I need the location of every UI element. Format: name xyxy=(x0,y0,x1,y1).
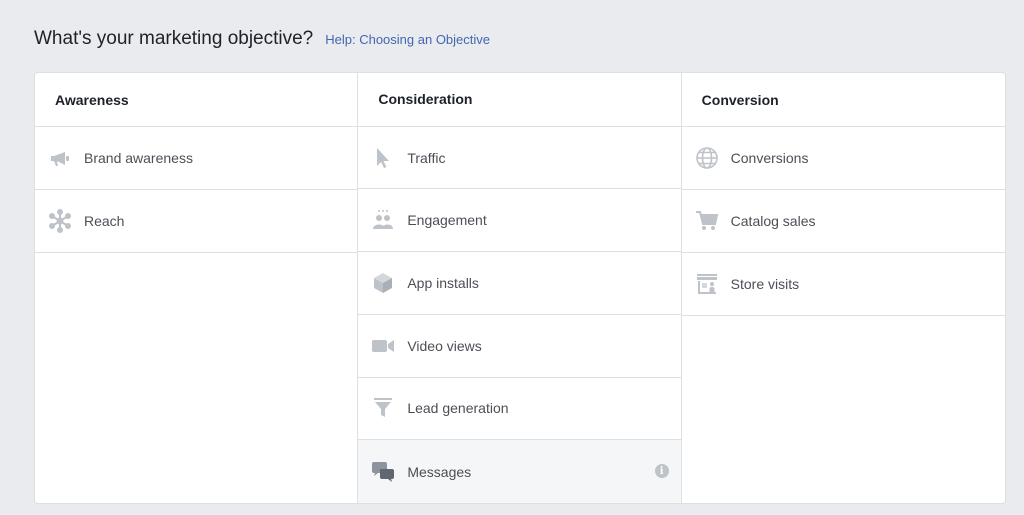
objective-panel: Awareness Brand awareness Reach Consider… xyxy=(34,72,1006,504)
option-label: App installs xyxy=(407,275,479,291)
box-icon xyxy=(370,270,396,296)
people-icon xyxy=(370,207,396,233)
cart-icon xyxy=(694,208,720,234)
option-catalog-sales[interactable]: Catalog sales xyxy=(681,190,1005,253)
page-title: What's your marketing objective? xyxy=(34,28,314,49)
cursor-icon xyxy=(370,145,396,171)
column-awareness: Awareness Brand awareness Reach xyxy=(35,73,359,503)
option-reach[interactable]: Reach xyxy=(35,190,358,253)
megaphone-icon xyxy=(47,145,73,171)
option-label: Store visits xyxy=(730,276,800,292)
option-label: Catalog sales xyxy=(730,213,816,229)
storefront-icon xyxy=(694,271,720,297)
option-label: Messages xyxy=(407,463,472,480)
option-engagement[interactable]: Engagement xyxy=(358,189,681,253)
option-lead-generation[interactable]: Lead generation xyxy=(358,378,681,441)
globe-icon xyxy=(694,145,720,171)
column-conversion: Conversion Conversions Catalog sales Sto… xyxy=(681,73,1005,503)
title-row: What's your marketing objective? Help: C… xyxy=(34,28,490,50)
video-camera-icon xyxy=(370,333,396,359)
option-traffic[interactable]: Traffic xyxy=(358,127,681,190)
chat-bubbles-icon xyxy=(370,459,396,485)
option-label: Video views xyxy=(407,337,482,354)
help-link[interactable]: Help: Choosing an Objective xyxy=(325,32,490,47)
option-label: Brand awareness xyxy=(84,150,193,166)
option-label: Reach xyxy=(84,213,125,229)
funnel-icon xyxy=(370,395,396,421)
option-label: Traffic xyxy=(407,149,446,166)
option-messages[interactable]: Messages i xyxy=(358,440,681,503)
option-label: Engagement xyxy=(407,212,487,229)
option-app-installs[interactable]: App installs xyxy=(358,252,681,315)
column-heading: Awareness xyxy=(35,73,358,127)
column-heading: Consideration xyxy=(358,73,681,127)
column-heading: Conversion xyxy=(681,73,1005,127)
option-brand-awareness[interactable]: Brand awareness xyxy=(35,127,358,190)
option-store-visits[interactable]: Store visits xyxy=(681,253,1005,316)
option-conversions[interactable]: Conversions xyxy=(681,127,1005,190)
option-label: Conversions xyxy=(730,150,809,166)
reach-icon xyxy=(47,208,73,234)
column-consideration: Consideration Traffic Engagement App ins… xyxy=(358,73,682,503)
info-icon[interactable]: i xyxy=(654,464,669,479)
option-label: Lead generation xyxy=(407,400,509,417)
objective-page: What's your marketing objective? Help: C… xyxy=(0,0,1024,515)
option-video-views[interactable]: Video views xyxy=(358,315,681,378)
